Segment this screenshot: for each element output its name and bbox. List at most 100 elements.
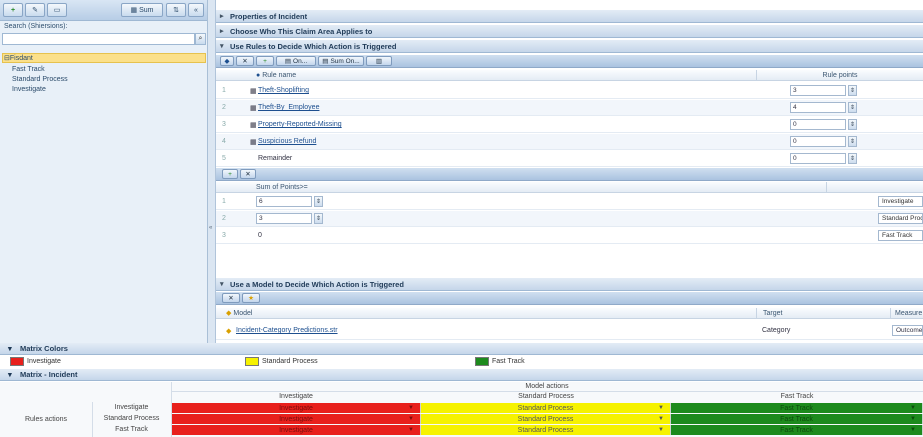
rule-points-header[interactable]: Rule points: [756, 70, 923, 81]
spinner-button[interactable]: ⇕: [314, 196, 323, 207]
remove-icon: ✕: [245, 171, 251, 178]
spinner-button[interactable]: ⇕: [848, 85, 857, 96]
remove-threshold-button[interactable]: ✕: [240, 169, 256, 179]
collapse-button[interactable]: «: [188, 3, 204, 17]
matrix-cell[interactable]: Standard Process ▼: [421, 403, 671, 413]
add-icon: +: [228, 170, 232, 178]
tree-item-standard-process[interactable]: Standard Process: [12, 76, 68, 83]
remove-button[interactable]: ▭: [47, 3, 67, 17]
cell-value: Standard Process: [517, 415, 574, 423]
matrix-cell[interactable]: Investigate ▼: [172, 403, 421, 413]
matrix-colors-header[interactable]: ▾ Matrix Colors: [0, 343, 923, 355]
add-rule-button[interactable]: +: [256, 56, 274, 66]
target-header[interactable]: Target: [756, 308, 890, 319]
section-model[interactable]: ▾ Use a Model to Decide Which Action is T…: [216, 278, 923, 291]
legend-label: Fast Track: [492, 358, 525, 365]
model-row[interactable]: ◆ Incident-Category Predictions.str Cate…: [216, 322, 923, 340]
spinner-button[interactable]: ⇕: [848, 153, 857, 164]
action-select[interactable]: Fast Track: [878, 230, 923, 241]
section-choose[interactable]: ▸ Choose Who This Claim Area Applies to: [216, 25, 923, 38]
measure-select[interactable]: Outcome: [892, 325, 923, 336]
section-rules[interactable]: ▾ Use Rules to Decide Which Action is Tri…: [216, 40, 923, 53]
rule-points-input[interactable]: 0: [790, 119, 846, 130]
rule-points-input[interactable]: 3: [790, 85, 846, 96]
tree-root[interactable]: ⊟Fisdant: [4, 54, 33, 62]
color-swatch-investigate[interactable]: [10, 357, 24, 366]
rule-points-input[interactable]: 0: [790, 136, 846, 147]
color-swatch-standard-process[interactable]: [245, 357, 259, 366]
add-threshold-button[interactable]: +: [222, 169, 238, 179]
edit-button[interactable]: ✎: [25, 3, 45, 17]
model-header[interactable]: ◆ Model: [216, 308, 756, 319]
search-input[interactable]: [2, 33, 195, 45]
sum-on-button[interactable]: ▤ Sum On...: [318, 56, 364, 66]
add-icon: +: [10, 6, 16, 14]
model-link[interactable]: Incident-Category Predictions.str: [236, 327, 338, 334]
add-button[interactable]: +: [3, 3, 23, 17]
color-swatch-fast-track[interactable]: [475, 357, 489, 366]
rule-row[interactable]: 5 Remainder 0 ⇕: [216, 151, 923, 167]
collapse-arrow-icon: ▾: [220, 43, 224, 50]
measure-header[interactable]: Measure: [890, 308, 923, 319]
back-button[interactable]: ◆: [220, 56, 234, 66]
matrix-cell[interactable]: Fast Track ▼: [671, 403, 923, 413]
on-button[interactable]: ▤ On...: [276, 56, 316, 66]
rule-name-link[interactable]: Suspicious Refund: [258, 138, 316, 145]
spinner-button[interactable]: ⇕: [314, 213, 323, 224]
rule-row[interactable]: 1 ▦ Theft-Shoplifting 3 ⇕: [216, 83, 923, 99]
cell-value: Standard Process: [517, 404, 574, 412]
matrix-cell[interactable]: Investigate ▼: [172, 414, 421, 424]
matrix-cell[interactable]: Standard Process ▼: [421, 414, 671, 424]
spinner-button[interactable]: ⇕: [848, 102, 857, 113]
cell-value: Investigate: [279, 426, 313, 434]
model-add-button[interactable]: ★: [242, 293, 260, 303]
dropdown-icon: ▼: [408, 427, 414, 433]
action-select[interactable]: Investigate: [878, 196, 923, 207]
rule-points-input[interactable]: 0: [790, 153, 846, 164]
tree-item-investigate[interactable]: Investigate: [12, 86, 46, 93]
sum-row[interactable]: 1 6 ⇕: [216, 194, 923, 210]
splitter-handle-icon: «: [209, 225, 213, 231]
tree-item-fast-track[interactable]: Fast Track: [12, 66, 45, 73]
rule-name-link[interactable]: Theft-By_Employee: [258, 104, 319, 111]
rule-name-link[interactable]: Theft-Shoplifting: [258, 87, 309, 94]
section-properties[interactable]: ▸ Properties of Incident: [216, 10, 923, 23]
splitter[interactable]: [208, 0, 216, 343]
matrix-cell[interactable]: Fast Track ▼: [671, 425, 923, 435]
columns-button[interactable]: ▥: [366, 56, 392, 66]
matrix-col-header: Investigate: [279, 393, 313, 400]
table-icon: ▦: [250, 138, 257, 146]
spinner-button[interactable]: ⇕: [848, 119, 857, 130]
sort-button[interactable]: ⇅: [166, 3, 186, 17]
spinner-button[interactable]: ⇕: [848, 136, 857, 147]
dropdown-icon: ▼: [658, 416, 664, 422]
rule-name-header[interactable]: ● Rule name: [216, 70, 756, 81]
section-title: Matrix Colors: [20, 344, 68, 353]
rule-row[interactable]: 4 ▦ Suspicious Refund 0 ⇕: [216, 134, 923, 150]
matrix-cell[interactable]: Fast Track ▼: [671, 414, 923, 424]
action-header[interactable]: [826, 182, 923, 193]
cell-value: Investigate: [279, 415, 313, 423]
sum-label: Sum: [139, 6, 154, 14]
model-delete-button[interactable]: ✕: [222, 293, 240, 303]
left-toolbar: + ✎ ▭ ▦ Sum ⇅ «: [0, 0, 207, 21]
matrix-row-header: Investigate: [114, 404, 149, 411]
matrix-cell[interactable]: Investigate ▼: [172, 425, 421, 435]
rule-name-link[interactable]: Property-Reported-Missing: [258, 121, 342, 128]
sum-value-input[interactable]: 3: [256, 213, 312, 224]
dropdown-icon: ▼: [910, 427, 916, 433]
rule-row[interactable]: 3 ▦ Property-Reported-Missing 0 ⇕: [216, 117, 923, 133]
sum-button[interactable]: ▦ Sum: [121, 3, 163, 17]
matrix-header[interactable]: ▾ Matrix - Incident: [0, 369, 923, 381]
table-icon: ▦: [250, 121, 257, 129]
matrix-cell[interactable]: Standard Process ▼: [421, 425, 671, 435]
sum-row[interactable]: 3 0: [216, 228, 923, 244]
search-button[interactable]: ⌕: [195, 33, 206, 45]
sum-row[interactable]: 2 3 ⇕: [216, 211, 923, 227]
rule-row[interactable]: 2 ▦ Theft-By_Employee 4 ⇕: [216, 100, 923, 116]
delete-button[interactable]: ✕: [236, 56, 254, 66]
sum-header[interactable]: Sum of Points>=: [216, 182, 826, 193]
sum-value-input[interactable]: 6: [256, 196, 312, 207]
action-select[interactable]: Standard Process: [878, 213, 923, 224]
rule-points-input[interactable]: 4: [790, 102, 846, 113]
